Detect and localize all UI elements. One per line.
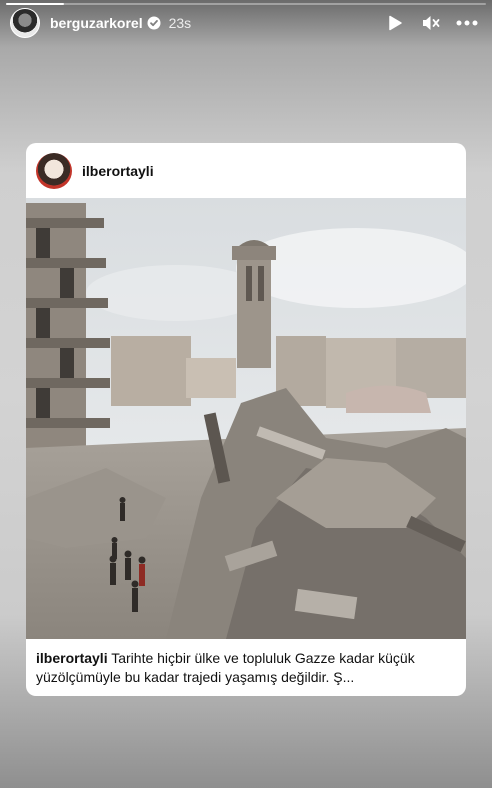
post-photo — [26, 198, 466, 639]
mute-icon[interactable] — [420, 12, 442, 34]
post-avatar[interactable] — [36, 152, 72, 189]
caption-username[interactable]: ilberortayli — [36, 650, 108, 666]
avatar[interactable] — [10, 8, 40, 38]
shared-post-card[interactable]: ilberortayli ilberortayli Tarihte hiçbir… — [26, 143, 466, 696]
story-header: berguzarkorel 23s — [10, 6, 478, 40]
story-timestamp: 23s — [168, 15, 192, 31]
story-progress-fill — [6, 3, 64, 5]
story-progress-bar — [6, 3, 486, 5]
post-username[interactable]: ilberortayli — [82, 163, 154, 179]
story-username[interactable]: berguzarkorel — [50, 15, 143, 31]
post-caption: ilberortayli Tarihte hiçbir ülke ve topl… — [36, 649, 456, 687]
more-icon[interactable] — [456, 12, 478, 34]
story-controls — [384, 12, 478, 34]
verified-badge-icon — [147, 16, 161, 30]
play-icon[interactable] — [384, 12, 406, 34]
post-header: ilberortayli — [26, 143, 466, 198]
